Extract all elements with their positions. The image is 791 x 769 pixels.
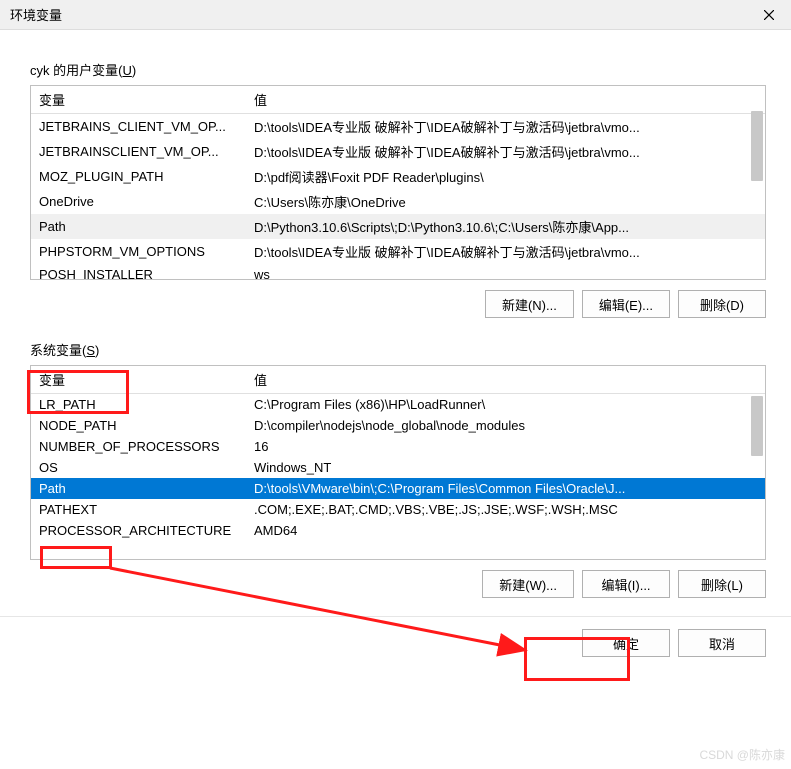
new-system-button[interactable]: 新建(W)... [482, 570, 574, 598]
scrollbar-thumb[interactable] [751, 396, 763, 456]
var-name-cell: PROCESSOR_ARCHITECTURE [31, 520, 246, 541]
table-row[interactable]: PATHEXT.COM;.EXE;.BAT;.CMD;.VBS;.VBE;.JS… [31, 499, 765, 520]
var-value-cell: D:\tools\IDEA专业版 破解补丁\IDEA破解补丁与激活码\jetbr… [246, 239, 765, 264]
new-user-button[interactable]: 新建(N)... [485, 290, 574, 318]
var-name-cell: OneDrive [31, 189, 246, 214]
delete-system-button[interactable]: 删除(L) [678, 570, 766, 598]
table-row[interactable]: MOZ_PLUGIN_PATHD:\pdf阅读器\Foxit PDF Reade… [31, 164, 765, 189]
table-row[interactable]: POSH_INSTALLERws [31, 264, 765, 280]
var-name-cell: OS [31, 457, 246, 478]
var-name-cell: NUMBER_OF_PROCESSORS [31, 436, 246, 457]
system-vars-label: 系统变量(S) [30, 340, 99, 359]
var-value-cell: Windows_NT [246, 457, 765, 478]
col-value[interactable]: 值 [246, 366, 765, 394]
table-row[interactable]: PathD:\tools\VMware\bin\;C:\Program File… [31, 478, 765, 499]
close-icon [764, 10, 774, 20]
cancel-button[interactable]: 取消 [678, 629, 766, 657]
var-name-cell: MOZ_PLUGIN_PATH [31, 164, 246, 189]
var-value-cell: .COM;.EXE;.BAT;.CMD;.VBS;.VBE;.JS;.JSE;.… [246, 499, 765, 520]
table-row[interactable]: PathD:\Python3.10.6\Scripts\;D:\Python3.… [31, 214, 765, 239]
var-value-cell: C:\Users\陈亦康\OneDrive [246, 189, 765, 214]
table-row[interactable]: NUMBER_OF_PROCESSORS16 [31, 436, 765, 457]
table-row[interactable]: JETBRAINSCLIENT_VM_OP...D:\tools\IDEA专业版… [31, 139, 765, 164]
var-value-cell: D:\tools\IDEA专业版 破解补丁\IDEA破解补丁与激活码\jetbr… [246, 139, 765, 164]
user-vars-label: cyk 的用户变量(U) [30, 60, 136, 79]
ok-button[interactable]: 确定 [582, 629, 670, 657]
col-variable[interactable]: 变量 [31, 366, 246, 394]
table-row[interactable]: LR_PATHC:\Program Files (x86)\HP\LoadRun… [31, 394, 765, 416]
user-vars-table[interactable]: 变量 值 JETBRAINS_CLIENT_VM_OP...D:\tools\I… [30, 85, 766, 280]
var-name-cell: POSH_INSTALLER [31, 264, 246, 280]
var-value-cell: D:\tools\VMware\bin\;C:\Program Files\Co… [246, 478, 765, 499]
var-name-cell: LR_PATH [31, 394, 246, 416]
var-name-cell: Path [31, 478, 246, 499]
var-value-cell: D:\Python3.10.6\Scripts\;D:\Python3.10.6… [246, 214, 765, 239]
dialog-title: 环境变量 [10, 5, 62, 24]
table-row[interactable]: PHPSTORM_VM_OPTIONSD:\tools\IDEA专业版 破解补丁… [31, 239, 765, 264]
var-value-cell: C:\Program Files (x86)\HP\LoadRunner\ [246, 394, 765, 416]
table-row[interactable]: JETBRAINS_CLIENT_VM_OP...D:\tools\IDEA专业… [31, 114, 765, 140]
col-variable[interactable]: 变量 [31, 86, 246, 114]
var-name-cell: PHPSTORM_VM_OPTIONS [31, 239, 246, 264]
var-name-cell: Path [31, 214, 246, 239]
edit-user-button[interactable]: 编辑(E)... [582, 290, 670, 318]
var-value-cell: AMD64 [246, 520, 765, 541]
var-name-cell: JETBRAINS_CLIENT_VM_OP... [31, 114, 246, 140]
var-value-cell: D:\pdf阅读器\Foxit PDF Reader\plugins\ [246, 164, 765, 189]
table-row[interactable]: PROCESSOR_ARCHITECTUREAMD64 [31, 520, 765, 541]
table-row[interactable]: OSWindows_NT [31, 457, 765, 478]
edit-system-button[interactable]: 编辑(I)... [582, 570, 670, 598]
title-bar: 环境变量 [0, 0, 791, 30]
table-row[interactable]: NODE_PATHD:\compiler\nodejs\node_global\… [31, 415, 765, 436]
delete-user-button[interactable]: 删除(D) [678, 290, 766, 318]
scrollbar-thumb[interactable] [751, 111, 763, 181]
col-value[interactable]: 值 [246, 86, 765, 114]
close-button[interactable] [746, 0, 791, 30]
var-value-cell: D:\tools\IDEA专业版 破解补丁\IDEA破解补丁与激活码\jetbr… [246, 114, 765, 140]
watermark: CSDN @陈亦康 [699, 746, 785, 763]
var-value-cell: D:\compiler\nodejs\node_global\node_modu… [246, 415, 765, 436]
system-vars-table[interactable]: 变量 值 LR_PATHC:\Program Files (x86)\HP\Lo… [30, 365, 766, 560]
table-row[interactable]: OneDriveC:\Users\陈亦康\OneDrive [31, 189, 765, 214]
var-name-cell: NODE_PATH [31, 415, 246, 436]
var-name-cell: JETBRAINSCLIENT_VM_OP... [31, 139, 246, 164]
var-value-cell: 16 [246, 436, 765, 457]
var-name-cell: PATHEXT [31, 499, 246, 520]
var-value-cell: ws [246, 264, 765, 280]
